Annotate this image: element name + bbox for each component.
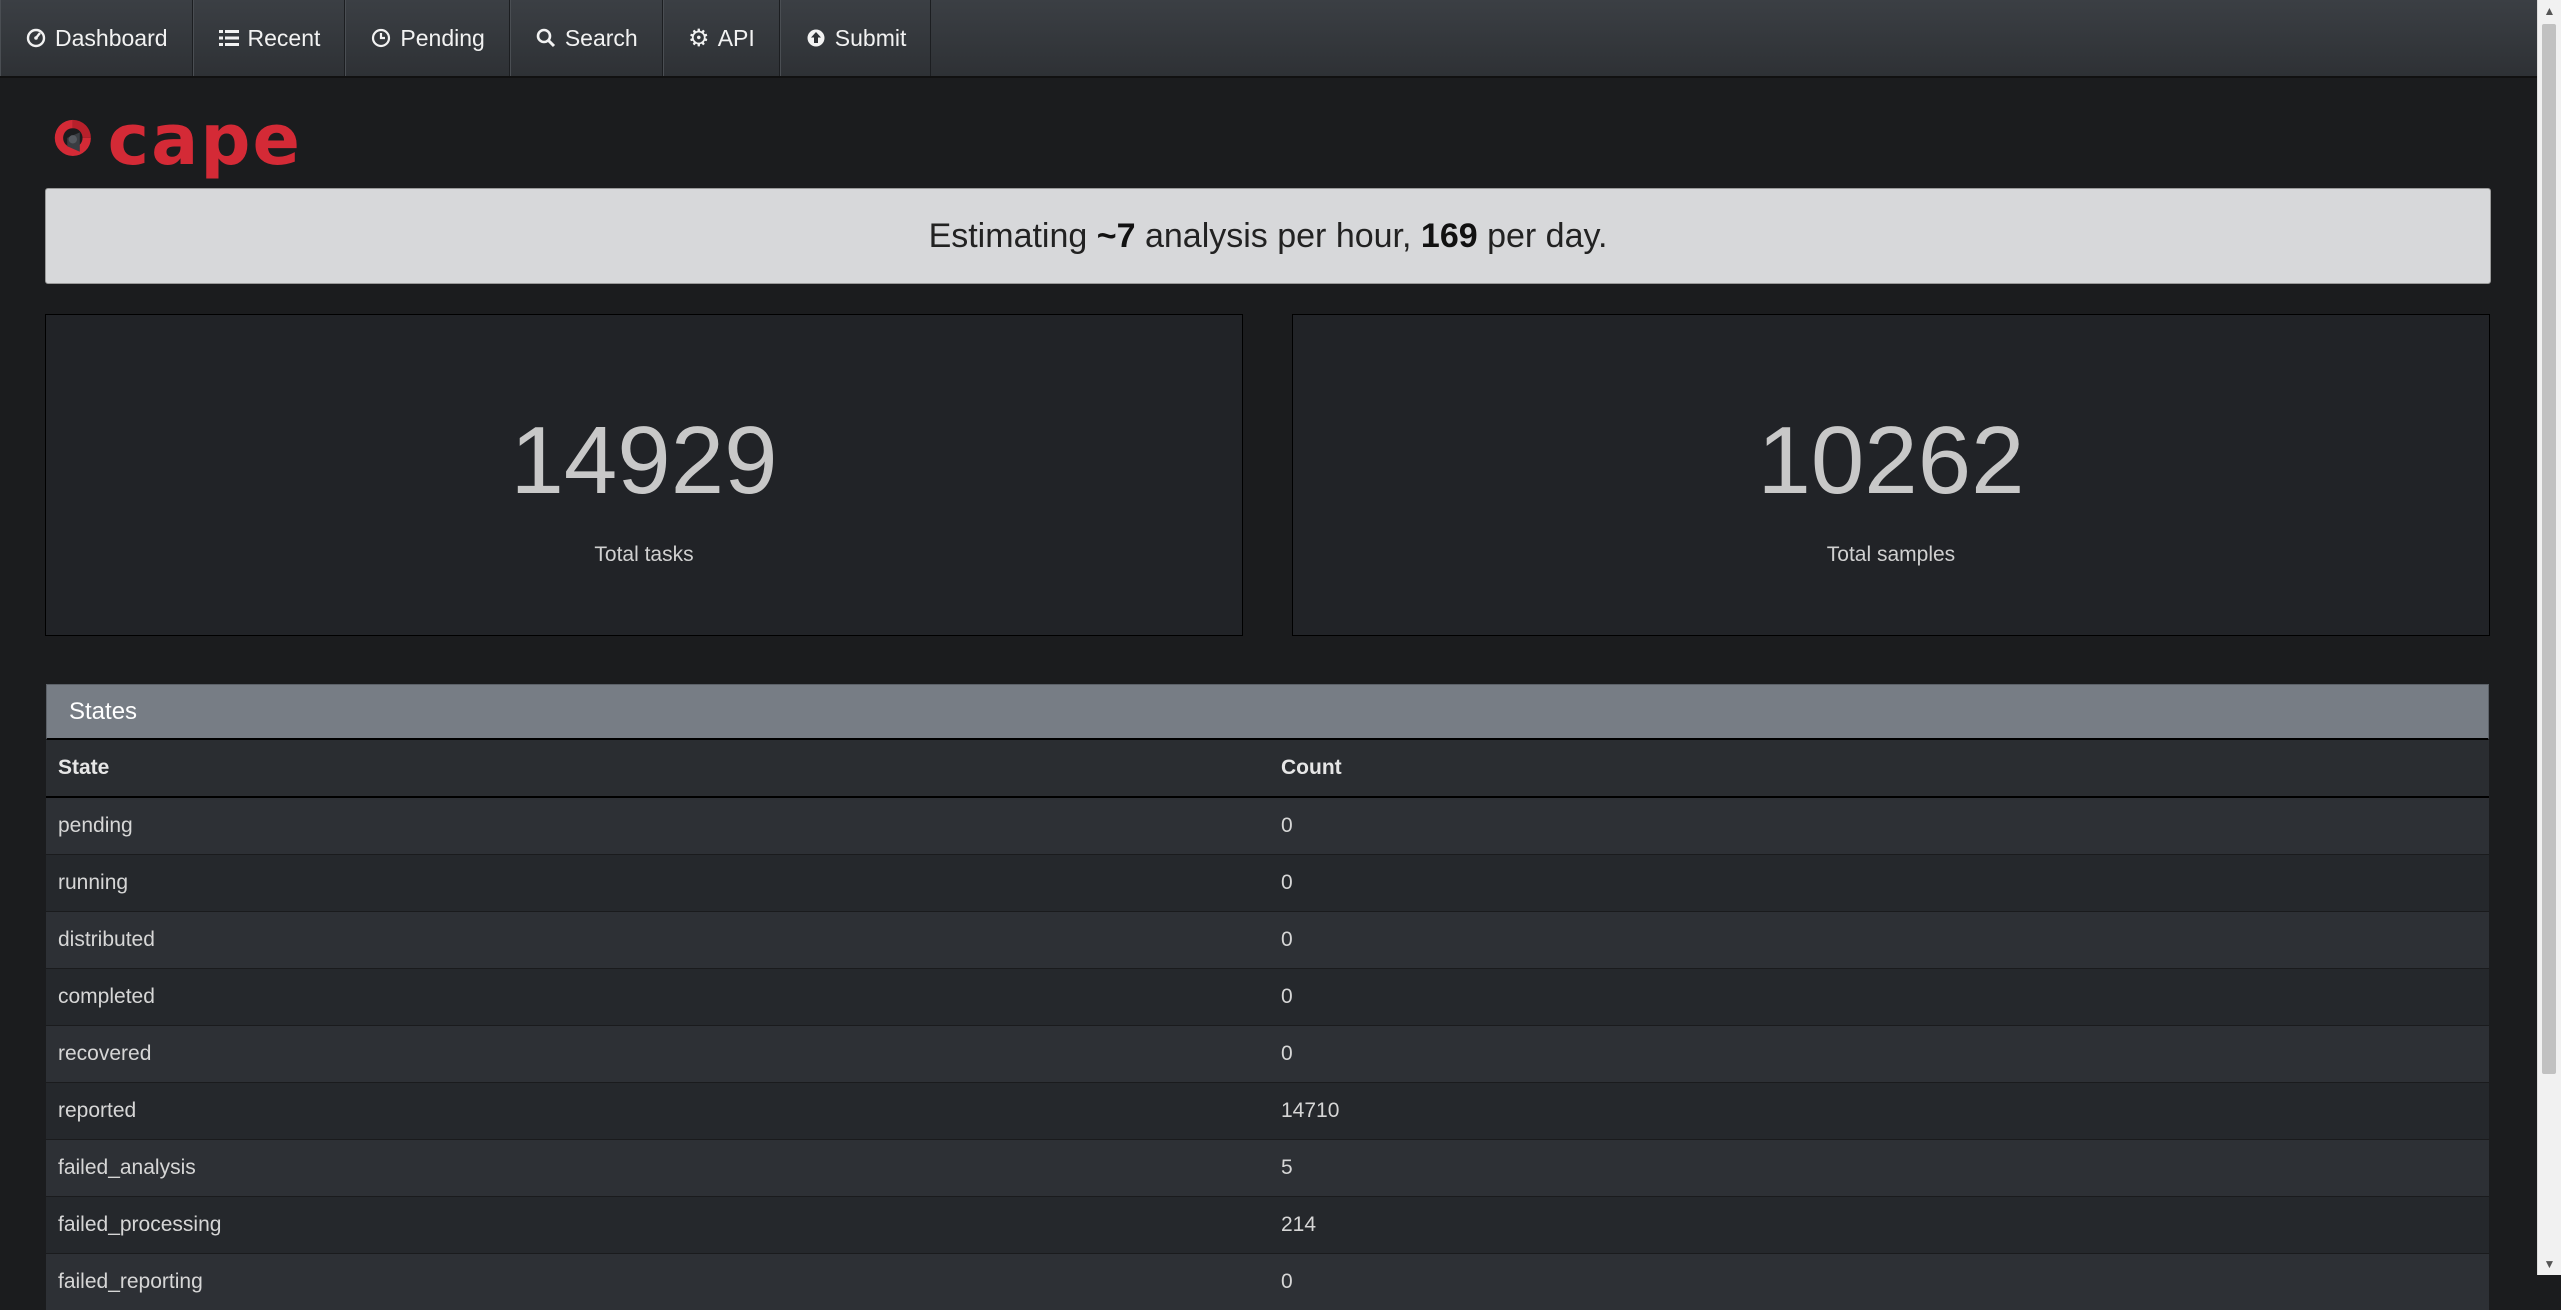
estimate-per-hour: ~7: [1097, 217, 1136, 256]
nav-api-label: API: [718, 25, 755, 52]
table-row: pending0: [46, 797, 2489, 855]
nav-dashboard-label: Dashboard: [55, 25, 168, 52]
count-cell: 0: [1269, 912, 2489, 969]
states-table: State Count pending0 running0 distribute…: [46, 740, 2489, 1310]
estimate-middle: analysis per hour,: [1136, 217, 1421, 256]
count-cell: 0: [1269, 969, 2489, 1026]
stat-value: 14929: [46, 413, 1242, 509]
state-cell: completed: [46, 969, 1269, 1026]
nav-api[interactable]: ⚙ API: [663, 0, 780, 76]
state-cell: pending: [46, 797, 1269, 855]
logo-text: cape: [108, 105, 302, 175]
estimate-banner: Estimating ~7 analysis per hour, 169 per…: [45, 188, 2491, 284]
table-header-row: State Count: [46, 740, 2489, 797]
table-row: running0: [46, 855, 2489, 912]
count-cell: 214: [1269, 1197, 2489, 1254]
count-cell: 0: [1269, 1026, 2489, 1083]
clock-icon: [370, 27, 392, 49]
state-cell: reported: [46, 1083, 1269, 1140]
table-row: failed_reporting0: [46, 1254, 2489, 1310]
stat-total-tasks: 14929 Total tasks: [45, 314, 1243, 636]
state-cell: failed_processing: [46, 1197, 1269, 1254]
cape-logo[interactable]: cape: [52, 104, 302, 176]
count-cell: 0: [1269, 1254, 2489, 1310]
table-row: recovered0: [46, 1026, 2489, 1083]
nav-pending-label: Pending: [400, 25, 484, 52]
table-row: distributed0: [46, 912, 2489, 969]
nav-search[interactable]: Search: [510, 0, 663, 76]
stat-value: 10262: [1293, 413, 2489, 509]
dashboard-icon: [25, 27, 47, 49]
state-cell: failed_analysis: [46, 1140, 1269, 1197]
nav-submit-label: Submit: [835, 25, 907, 52]
count-cell: 0: [1269, 855, 2489, 912]
estimate-prefix: Estimating: [929, 217, 1097, 256]
scroll-down-arrow-icon[interactable]: ▼: [2538, 1253, 2561, 1275]
nav-pending[interactable]: Pending: [345, 0, 509, 76]
scroll-up-arrow-icon[interactable]: ▲: [2538, 0, 2561, 22]
stat-label: Total tasks: [46, 543, 1242, 567]
state-cell: distributed: [46, 912, 1269, 969]
cape-logo-icon: [52, 107, 94, 173]
table-row: failed_processing214: [46, 1197, 2489, 1254]
states-panel: States State Count pending0 running0 dis…: [46, 684, 2489, 1310]
state-cell: recovered: [46, 1026, 1269, 1083]
stat-label: Total samples: [1293, 543, 2489, 567]
page-scrollbar[interactable]: ▲ ▼: [2537, 0, 2561, 1275]
state-cell: failed_reporting: [46, 1254, 1269, 1310]
table-row: failed_analysis5: [46, 1140, 2489, 1197]
search-icon: [535, 27, 557, 49]
nav-dashboard[interactable]: Dashboard: [0, 0, 193, 76]
table-row: completed0: [46, 969, 2489, 1026]
nav-search-label: Search: [565, 25, 638, 52]
state-cell: running: [46, 855, 1269, 912]
states-panel-title: States: [46, 684, 2489, 740]
estimate-suffix: per day.: [1478, 217, 1608, 256]
nav-submit[interactable]: Submit: [780, 0, 932, 76]
nav-recent[interactable]: Recent: [193, 0, 346, 76]
scroll-thumb[interactable]: [2542, 24, 2556, 1074]
header-count: Count: [1269, 740, 2489, 797]
list-icon: [218, 27, 240, 49]
upload-icon: [805, 27, 827, 49]
count-cell: 14710: [1269, 1083, 2489, 1140]
table-row: reported14710: [46, 1083, 2489, 1140]
stat-total-samples: 10262 Total samples: [1292, 314, 2490, 636]
top-navbar: Dashboard Recent Pending Search ⚙ API Su…: [0, 0, 2538, 78]
estimate-per-day: 169: [1421, 217, 1478, 256]
header-state: State: [46, 740, 1269, 797]
nav-recent-label: Recent: [248, 25, 321, 52]
count-cell: 5: [1269, 1140, 2489, 1197]
count-cell: 0: [1269, 797, 2489, 855]
gear-icon: ⚙: [688, 27, 710, 49]
